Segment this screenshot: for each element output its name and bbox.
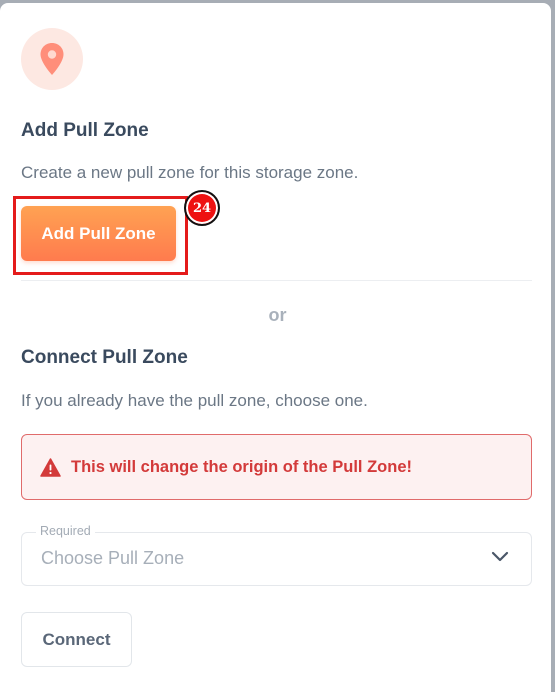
section-divider [21,280,532,281]
location-pin-icon [40,43,64,75]
connect-button[interactable]: Connect [21,612,132,667]
or-separator: or [268,305,287,325]
warning-text: This will change the origin of the Pull … [71,457,413,476]
select-placeholder: Choose Pull Zone [41,548,185,568]
chevron-down-icon[interactable] [491,551,509,563]
origin-warning-alert: This will change the origin of the Pull … [21,434,532,500]
add-pull-zone-button[interactable]: Add Pull Zone [21,206,176,261]
add-pull-zone-title: Add Pull Zone [21,120,149,141]
add-pull-zone-description: Create a new pull zone for this storage … [21,163,359,182]
choose-pull-zone-select[interactable]: Required Choose Pull Zone [21,524,532,586]
connect-pull-zone-description: If you already have the pull zone, choos… [21,391,368,410]
select-required-label: Required [36,524,95,538]
add-pull-zone-card: Add Pull Zone Create a new pull zone for… [0,3,551,692]
connect-pull-zone-title: Connect Pull Zone [21,347,188,368]
warning-triangle-icon [40,457,61,477]
step-number-badge: 24 [184,190,220,226]
location-pin-icon-circle [21,28,83,90]
